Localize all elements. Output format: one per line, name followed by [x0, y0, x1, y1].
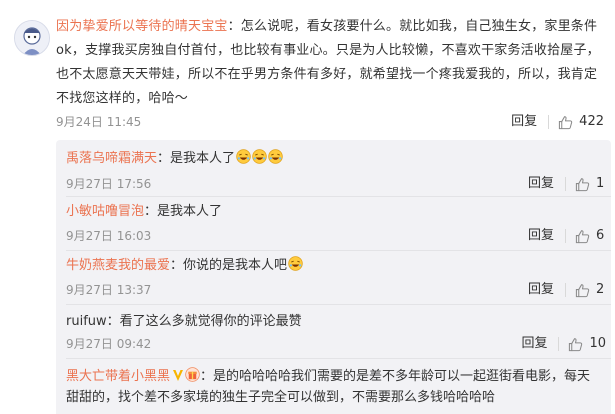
reply-divider: [66, 304, 611, 305]
comment-timestamp: 9月24日 11:45: [56, 115, 142, 129]
reply-text: 黑大亡带着小黑黑 ：是的哈哈哈哈我们需要的是差不多年龄可以一起逛街看电影，每天甜甜…: [66, 366, 596, 408]
reply-meta: 9月27日 09:42 回复 10: [66, 334, 606, 354]
reply-actions: 回复 1: [528, 174, 606, 194]
main-comment-text: 因为挚爱所以等待的晴天宝宝：怎么说呢，看女孩要什么。就比如我，自己独生女，家里条…: [56, 15, 604, 111]
thumbs-up-icon[interactable]: [558, 115, 573, 130]
laughing-face-icon: [252, 149, 267, 164]
main-comment-meta: 9月24日 11:45 回复 422: [56, 112, 604, 132]
comment-thread: 因为挚爱所以等待的晴天宝宝：怎么说呢，看女孩要什么。就比如我，自己独生女，家里条…: [0, 0, 615, 414]
reply-meta: 9月27日 13:37 回复 2: [66, 280, 606, 300]
comment-actions: 回复 422: [511, 112, 604, 132]
divider: [565, 177, 566, 191]
reply-button[interactable]: 回复: [528, 226, 554, 246]
reply-content: ：是我本人了: [157, 151, 236, 166]
reply-divider: [66, 358, 611, 359]
like-count: 10: [589, 336, 606, 351]
like-count: 422: [579, 114, 604, 129]
reply-list: 禹落乌啼霜满天：是我本人了 9月27日 17:56 回复 1 小敏咕噜冒泡：是我…: [56, 140, 611, 414]
thumbs-up-icon[interactable]: [575, 283, 590, 298]
reply-text: ruifuw：看了这么多就觉得你的评论最赞: [66, 312, 596, 332]
divider: [565, 229, 566, 243]
reply-divider: [66, 250, 611, 251]
thumbs-up-icon[interactable]: [575, 229, 590, 244]
reply-actions: 回复 6: [528, 226, 606, 246]
thumbs-up-icon[interactable]: [575, 177, 590, 192]
like-count: 1: [596, 176, 605, 191]
reply-timestamp: 9月27日 16:03: [66, 229, 152, 243]
reply-author-link[interactable]: ruifuw: [66, 314, 107, 329]
reply-text: 禹落乌啼霜满天：是我本人了: [66, 149, 596, 169]
reply-author-link[interactable]: 黑大亡带着小黑黑: [66, 369, 170, 384]
reply-divider: [66, 196, 611, 197]
reply-timestamp: 9月27日 13:37: [66, 283, 152, 297]
reply-actions: 回复 10: [521, 334, 606, 354]
reply-author-link[interactable]: 牛奶燕麦我的最爱: [66, 258, 170, 273]
laughing-face-icon: [288, 256, 303, 271]
reply-timestamp: 9月27日 17:56: [66, 177, 152, 191]
reply-text: 牛奶燕麦我的最爱：你说的是我本人吧: [66, 256, 596, 276]
laughing-face-icon: [268, 149, 283, 164]
divider: [558, 337, 560, 351]
thumbs-up-icon[interactable]: [568, 337, 583, 352]
like-count: 2: [596, 282, 605, 297]
gift-badge-icon: [185, 367, 200, 382]
avatar-image: [15, 21, 49, 55]
reply-content: ：看了这么多就觉得你的评论最赞: [106, 314, 302, 329]
like-count: 6: [596, 228, 605, 243]
reply-author-link[interactable]: 小敏咕噜冒泡: [66, 204, 144, 219]
reply-timestamp: 9月27日 09:42: [66, 337, 152, 351]
reply-content: ：是我本人了: [144, 204, 223, 219]
laughing-face-icon: [236, 149, 251, 164]
reply-button[interactable]: 回复: [511, 112, 537, 132]
reply-button[interactable]: 回复: [528, 280, 554, 300]
vip-badge-icon: [173, 370, 184, 381]
reply-meta: 9月27日 17:56 回复 1: [66, 174, 606, 194]
reply-button[interactable]: 回复: [521, 334, 547, 354]
divider: [565, 283, 566, 297]
reply-text: 小敏咕噜冒泡：是我本人了: [66, 202, 596, 222]
comment-author-link[interactable]: 因为挚爱所以等待的晴天宝宝: [56, 19, 228, 34]
divider: [548, 115, 550, 129]
avatar[interactable]: [14, 20, 50, 56]
reply-meta: 9月27日 16:03 回复 6: [66, 226, 606, 246]
reply-actions: 回复 2: [528, 280, 606, 300]
reply-button[interactable]: 回复: [528, 174, 554, 194]
reply-content: ：你说的是我本人吧: [170, 258, 288, 273]
reply-author-link[interactable]: 禹落乌啼霜满天: [66, 151, 157, 166]
